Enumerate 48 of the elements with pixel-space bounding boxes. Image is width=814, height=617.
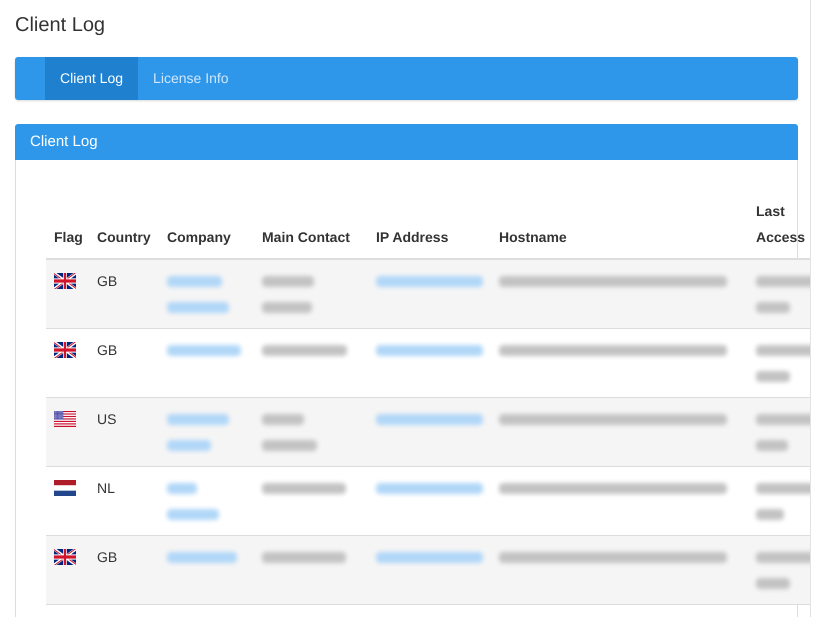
netherlands-flag-icon: [54, 480, 76, 496]
blurred-text: [756, 552, 810, 562]
country-code: GB: [97, 273, 118, 289]
blurred-link-text[interactable]: [376, 414, 483, 424]
blurred-text: [756, 508, 784, 520]
blurred-text: [756, 414, 810, 424]
blurred-text: [262, 440, 317, 450]
blurred-link-text[interactable]: [167, 440, 211, 450]
tab[interactable]: License Info: [138, 57, 244, 100]
column-header: Flag: [54, 229, 83, 245]
column-header: Country: [97, 229, 151, 245]
page-title: Client Log: [15, 13, 106, 38]
uk-flag-icon: [54, 549, 76, 565]
tab[interactable]: Client Log: [45, 57, 138, 100]
column-header: Company: [167, 229, 231, 245]
blurred-text: [756, 276, 810, 286]
blurred-link-text[interactable]: [167, 552, 237, 562]
column-header: Hostname: [499, 229, 567, 245]
blurred-text: [756, 344, 810, 356]
uk-flag-icon: [54, 273, 76, 289]
country-code: NL: [97, 480, 115, 496]
country-code: GB: [97, 342, 118, 358]
blurred-text: [756, 482, 810, 494]
blurred-link-text[interactable]: [376, 552, 483, 562]
us-flag-icon: [54, 411, 76, 427]
blurred-text: [262, 276, 314, 286]
blurred-text: [262, 302, 312, 312]
blurred-link-text[interactable]: [376, 276, 483, 286]
blurred-link-text[interactable]: [167, 276, 222, 286]
column-header: Main Contact: [262, 229, 350, 245]
blurred-text: [262, 414, 304, 424]
blurred-link-text[interactable]: [167, 482, 197, 494]
uk-flag-icon: [54, 342, 76, 358]
blurred-text: [756, 440, 788, 450]
country-code: GB: [97, 549, 118, 565]
country-code: US: [97, 411, 116, 427]
blurred-link-text[interactable]: [167, 344, 241, 356]
column-header: Last Access: [756, 203, 806, 245]
blurred-link-text[interactable]: [376, 344, 483, 356]
blurred-link-text[interactable]: [167, 508, 219, 520]
blurred-link-text[interactable]: [167, 302, 229, 312]
blurred-text: [756, 302, 790, 312]
column-header: IP Address: [376, 229, 448, 245]
blurred-link-text[interactable]: [376, 482, 483, 494]
blurred-text: [756, 370, 790, 382]
blurred-text: [756, 578, 790, 588]
blurred-link-text[interactable]: [167, 414, 229, 424]
panel-title: Client Log: [30, 132, 98, 152]
